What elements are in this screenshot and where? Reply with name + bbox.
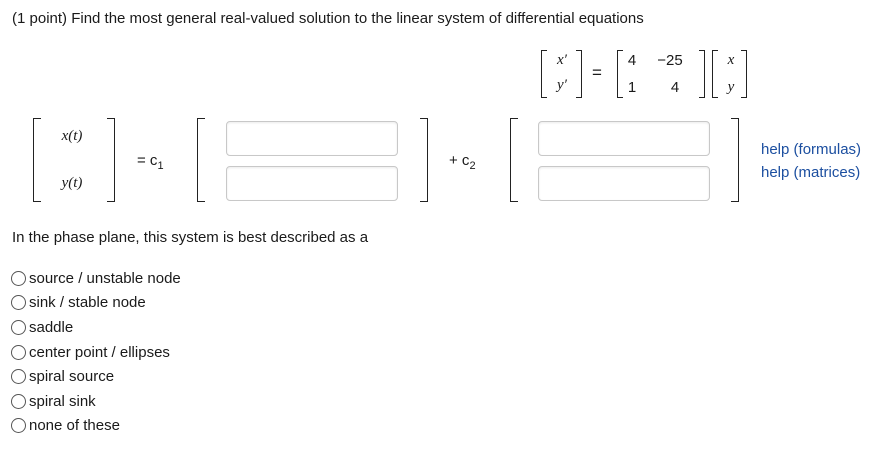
option-center-point-ellipses[interactable]: center point / ellipses <box>11 341 170 363</box>
phase-plane-question: In the phase plane, this system is best … <box>12 229 369 246</box>
coefficient-c1: = c1 <box>137 152 164 172</box>
option-label: center point / ellipses <box>29 343 170 361</box>
c1-vector-x-input[interactable] <box>226 121 398 156</box>
left-bracket <box>541 50 547 98</box>
matrix-cell: 4 <box>670 79 680 96</box>
radio-button[interactable] <box>11 344 26 360</box>
right-bracket <box>731 118 739 202</box>
matrix-cell: 1 <box>627 79 637 96</box>
right-bracket <box>741 50 747 98</box>
left-bracket <box>197 118 205 202</box>
radio-button[interactable] <box>11 270 26 286</box>
radio-button[interactable] <box>11 319 26 335</box>
radio-button[interactable] <box>11 368 26 384</box>
matrix-cell: y′ <box>557 77 567 93</box>
solution-x-label: x(t) <box>61 128 83 144</box>
option-label: spiral source <box>29 367 115 385</box>
equals-sign: = <box>592 63 602 82</box>
option-label: saddle <box>29 318 74 336</box>
option-source-unstable-node[interactable]: source / unstable node <box>11 267 181 289</box>
radio-button[interactable] <box>11 294 26 310</box>
coefficient-c2: + c2 <box>449 152 476 172</box>
help-formulas-link[interactable]: help (formulas) <box>761 141 861 158</box>
right-bracket <box>107 118 115 202</box>
option-none-of-these[interactable]: none of these <box>11 414 120 436</box>
radio-button[interactable] <box>11 417 26 433</box>
left-bracket <box>33 118 41 202</box>
c1-vector-y-input[interactable] <box>226 166 398 201</box>
option-spiral-sink[interactable]: spiral sink <box>11 390 96 412</box>
option-spiral-source[interactable]: spiral source <box>11 365 114 387</box>
option-saddle[interactable]: saddle <box>11 316 73 338</box>
option-label: spiral sink <box>29 392 96 410</box>
matrix-cell: x′ <box>557 52 567 68</box>
radio-button[interactable] <box>11 393 26 409</box>
right-bracket <box>699 50 705 98</box>
option-label: sink / stable node <box>29 293 146 311</box>
help-matrices-link[interactable]: help (matrices) <box>761 164 860 181</box>
c2-vector-x-input[interactable] <box>538 121 710 156</box>
solution-y-label: y(t) <box>61 175 83 191</box>
option-sink-stable-node[interactable]: sink / stable node <box>11 291 146 313</box>
left-bracket <box>510 118 518 202</box>
matrix-cell: 4 <box>627 52 637 69</box>
option-label: none of these <box>29 416 120 434</box>
matrix-cell: −25 <box>657 52 683 69</box>
c2-vector-y-input[interactable] <box>538 166 710 201</box>
right-bracket <box>420 118 428 202</box>
option-label: source / unstable node <box>29 269 181 287</box>
problem-prompt: (1 point) Find the most general real-val… <box>12 10 644 27</box>
right-bracket <box>576 50 582 98</box>
